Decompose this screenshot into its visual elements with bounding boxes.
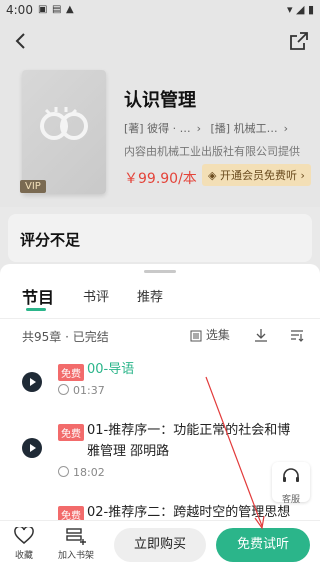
book-info: VIP 认识管理 [著] 彼得 · … › [播] 机械工… › 内容由机械工业出版… xyxy=(0,62,320,207)
tab-bar: 节目 书评 推荐 xyxy=(0,284,320,310)
tab-recommend[interactable]: 推荐 xyxy=(137,286,163,305)
episode-item[interactable]: 免费 00-导语 01:37 xyxy=(0,362,320,406)
list-icon xyxy=(190,330,202,341)
favorite-label: 收藏 xyxy=(14,551,33,561)
sort-icon[interactable] xyxy=(290,328,304,342)
notification-icon: ▲ xyxy=(66,4,74,15)
rating-card: 评分不足 xyxy=(8,214,312,262)
customer-service-button[interactable]: 客服 xyxy=(272,462,310,505)
select-episodes-button[interactable]: 选集 xyxy=(190,326,230,343)
episode-title[interactable]: 00-导语 xyxy=(87,359,297,380)
customer-service-label: 客服 xyxy=(281,495,300,505)
free-listen-button[interactable]: 免费试听 xyxy=(216,528,310,562)
drag-handle[interactable] xyxy=(144,270,176,273)
episode-duration: 18:02 xyxy=(58,466,105,479)
divider xyxy=(0,318,320,319)
chapter-summary: 共95章 · 已完结 xyxy=(22,330,109,344)
duration-value: 01:37 xyxy=(73,384,105,397)
vip-badge: VIP xyxy=(20,180,46,193)
vip-free-button[interactable]: ◈ 开通会员免费听 › xyxy=(202,164,311,186)
download-icon[interactable] xyxy=(254,328,268,342)
chevron-right-icon: › xyxy=(196,122,201,135)
book-cover[interactable] xyxy=(22,70,106,194)
active-tab-indicator xyxy=(26,308,46,311)
rating-status: 评分不足 xyxy=(20,231,81,249)
bookshelf-add-icon xyxy=(66,528,86,545)
headset-icon xyxy=(283,468,299,482)
publisher-logo-icon xyxy=(40,107,88,140)
notification-icon: ▤ xyxy=(52,4,62,15)
status-time: 4:00 xyxy=(6,3,33,17)
book-price: ￥99.90/本 xyxy=(124,171,197,187)
book-credits[interactable]: [著] 彼得 · … › [播] 机械工… › xyxy=(124,120,314,136)
clock-icon xyxy=(58,466,69,477)
free-tag: 免费 xyxy=(58,424,84,441)
select-episodes-label: 选集 xyxy=(205,328,230,342)
free-tag: 免费 xyxy=(58,364,84,381)
back-arrow-icon[interactable] xyxy=(10,30,32,52)
book-title: 认识管理 xyxy=(124,90,196,111)
diamond-icon: ◈ xyxy=(208,169,217,182)
tab-episodes[interactable]: 节目 xyxy=(22,284,54,308)
chevron-right-icon: › xyxy=(300,169,305,182)
heart-icon xyxy=(14,525,34,544)
episode-duration: 01:37 xyxy=(58,384,105,397)
clock-icon xyxy=(58,384,69,395)
top-nav xyxy=(0,22,320,62)
add-to-shelf-button[interactable]: 加入书架 xyxy=(58,527,94,561)
play-icon[interactable] xyxy=(22,438,42,458)
vip-free-label: 开通会员免费听 xyxy=(219,169,297,182)
free-tag: 免费 xyxy=(58,506,84,520)
episode-title[interactable]: 01-推荐序一：功能正常的社会和博雅管理 邵明路 xyxy=(87,420,297,462)
duration-value: 18:02 xyxy=(73,466,105,479)
favorite-button[interactable]: 收藏 xyxy=(14,525,34,561)
narrator-label[interactable]: [播] 机械工… xyxy=(210,122,277,135)
share-icon[interactable] xyxy=(288,30,310,52)
play-icon[interactable] xyxy=(22,372,42,392)
tab-reviews[interactable]: 书评 xyxy=(83,286,109,305)
publisher-note: 内容由机械工业出版社有限公司提供 xyxy=(124,145,300,158)
buy-now-button[interactable]: 立即购买 xyxy=(114,528,206,562)
chevron-right-icon: › xyxy=(283,122,288,135)
status-bar: 4:00 ▣ ▤ ▲ ▾ ◢ ▮ xyxy=(0,0,320,22)
notification-icon: ▣ xyxy=(38,4,48,15)
add-to-shelf-label: 加入书架 xyxy=(58,551,95,561)
author-label[interactable]: [著] 彼得 · … xyxy=(124,122,191,135)
bottom-action-bar: 收藏 加入书架 立即购买 免费试听 xyxy=(0,520,320,570)
signal-battery-icons: ▾ ◢ ▮ xyxy=(286,3,314,16)
